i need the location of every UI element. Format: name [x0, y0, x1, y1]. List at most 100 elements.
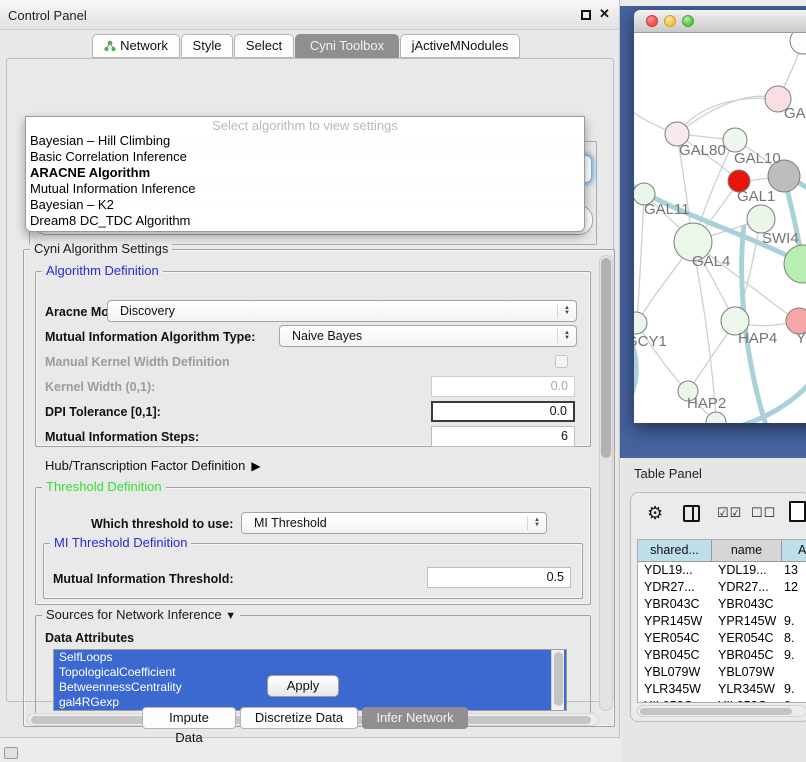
window-close-button[interactable]: [646, 15, 658, 27]
dpi-tolerance-input[interactable]: 0.0: [431, 401, 575, 422]
table-cell: YBR045C: [712, 647, 782, 664]
settings-group-title: Cyni Algorithm Settings: [30, 241, 172, 256]
network-node[interactable]: [634, 312, 647, 334]
table-row[interactable]: YDR27...YDR27...12: [638, 579, 806, 596]
network-edge[interactable]: [734, 381, 806, 423]
table-row[interactable]: YPR145WYPR145W9.: [638, 613, 806, 630]
tab-discretize-data[interactable]: Discretize Data: [240, 707, 358, 729]
tab-style[interactable]: Style: [181, 34, 233, 58]
which-threshold-value: MI Threshold: [254, 516, 327, 530]
control-panel-title: Control Panel: [8, 8, 87, 23]
tab-cyni-toolbox[interactable]: Cyni Toolbox: [295, 34, 399, 58]
deselect-all-checkboxes-icon[interactable]: ☐☐: [751, 505, 776, 521]
aracne-mode-combo[interactable]: Discovery ▲▼: [107, 300, 577, 322]
gear-icon[interactable]: ⚙: [647, 503, 663, 524]
table-cell: 9.: [782, 647, 806, 664]
table-row[interactable]: YLR345WYLR345W9.: [638, 681, 806, 698]
table-cell: 8.: [782, 630, 806, 647]
combo-stepper-icon: ▲▼: [557, 304, 570, 318]
table-cell: YBR043C: [712, 596, 782, 613]
column-header[interactable]: A: [782, 540, 806, 561]
data-attributes-label: Data Attributes: [45, 631, 134, 645]
cyni-toolbox-content: gal-filtered sif default node Cyni Algor…: [6, 58, 614, 702]
node-label: Y: [796, 330, 806, 347]
network-icon: [104, 40, 116, 52]
network-view-window: GALGAL80GAL10GAL1GAL11SWI4GAL4GCY1HAP4YH…: [634, 10, 806, 423]
columns-icon[interactable]: [683, 505, 700, 522]
mi-steps-input[interactable]: 6: [431, 426, 575, 447]
table-row[interactable]: YDL19...YDL19...13: [638, 562, 806, 579]
close-icon[interactable]: ✕: [599, 6, 610, 22]
hub-definition-toggle[interactable]: Hub/Transcription Factor Definition▶: [45, 458, 261, 473]
table-panel-title: Table Panel: [634, 466, 702, 481]
tab-network[interactable]: Network: [92, 34, 180, 58]
attribute-list-scrollbar[interactable]: [551, 650, 564, 710]
mi-type-combo[interactable]: Naive Bayes ▲▼: [279, 325, 577, 347]
node-table[interactable]: shared...nameAYDL19...YDL19...13YDR27...…: [637, 539, 806, 703]
tab-impute-data[interactable]: Impute Data: [142, 707, 236, 729]
attribute-item[interactable]: SelfLoops: [54, 650, 566, 665]
network-node[interactable]: [706, 412, 726, 423]
network-graph[interactable]: GALGAL80GAL10GAL1GAL11SWI4GAL4GCY1HAP4YH…: [634, 33, 806, 423]
algorithm-option[interactable]: Dream8 DC_TDC Algorithm: [26, 213, 584, 229]
table-cell: YLR345W: [638, 681, 712, 698]
table-toolbar: ⚙ ☑☑ ☐☐: [631, 501, 806, 531]
float-panel-icon[interactable]: [581, 10, 591, 20]
network-edge[interactable]: [680, 98, 780, 131]
algorithm-option[interactable]: ARACNE Algorithm: [26, 165, 584, 181]
network-node[interactable]: [790, 33, 806, 54]
collapse-right-icon: ▶: [251, 459, 260, 473]
combo-stepper-icon: ▲▼: [557, 329, 570, 343]
apply-button[interactable]: Apply: [267, 675, 339, 697]
table-row[interactable]: YER054CYER054C8.: [638, 630, 806, 647]
select-all-checkboxes-icon[interactable]: ☑☑: [717, 505, 742, 521]
algorithm-definition-title: Algorithm Definition: [42, 263, 163, 278]
table-horizontal-scrollbar[interactable]: [637, 705, 806, 717]
algorithm-option[interactable]: Mutual Information Inference: [26, 181, 584, 197]
table-row[interactable]: YBR045CYBR045C9.: [638, 647, 806, 664]
network-window-titlebar: [634, 10, 806, 33]
network-node[interactable]: [784, 245, 806, 283]
sources-group-title[interactable]: Sources for Network Inference ▼: [42, 607, 240, 622]
table-row[interactable]: YBL079WYBL079W: [638, 664, 806, 681]
manual-kernel-checkbox[interactable]: [555, 355, 568, 368]
algorithm-option[interactable]: Basic Correlation Inference: [26, 149, 584, 165]
tab-jactivemnodules[interactable]: jActiveMNodules: [400, 34, 520, 58]
network-node[interactable]: [723, 128, 747, 152]
network-desktop: GALGAL80GAL10GAL1GAL11SWI4GAL4GCY1HAP4YH…: [620, 6, 806, 458]
algorithm-option[interactable]: Bayesian – K2: [26, 197, 584, 213]
algorithm-option[interactable]: Bayesian – Hill Climbing: [26, 133, 584, 149]
table-cell: 9: [782, 698, 806, 703]
table-cell: YDL19...: [712, 562, 782, 579]
table-row[interactable]: YIL052CYIL052C9: [638, 698, 806, 703]
minimized-panel-icon[interactable]: [4, 747, 18, 759]
table-row[interactable]: YBR043CYBR043C: [638, 596, 806, 613]
threshold-definition-title: Threshold Definition: [42, 479, 166, 494]
tab-infer-network[interactable]: Infer Network: [362, 707, 468, 729]
table-cell: YDL19...: [638, 562, 712, 579]
mi-threshold-input[interactable]: 0.5: [427, 567, 571, 588]
column-header[interactable]: name: [712, 540, 782, 561]
table-cell: 9.: [782, 613, 806, 630]
node-label: GCY1: [634, 333, 667, 350]
window-minimize-button[interactable]: [664, 15, 676, 27]
tab-select[interactable]: Select: [234, 34, 294, 58]
network-edge[interactable]: [637, 196, 644, 321]
settings-vertical-scrollbar[interactable]: [599, 255, 613, 711]
table-cell: YBL079W: [638, 664, 712, 681]
export-table-icon[interactable]: [789, 501, 806, 522]
kernel-width-input[interactable]: 0.0: [431, 376, 575, 397]
table-cell: YDR27...: [638, 579, 712, 596]
table-cell: [782, 664, 806, 681]
table-cell: YER054C: [638, 630, 712, 647]
which-threshold-label: Which threshold to use:: [91, 517, 233, 531]
column-header[interactable]: shared...: [638, 540, 712, 561]
window-zoom-button[interactable]: [682, 15, 694, 27]
which-threshold-combo[interactable]: MI Threshold ▲▼: [241, 512, 547, 534]
control-panel-titlebar: Control Panel ✕: [0, 0, 619, 30]
table-panel: ⚙ ☑☑ ☐☐ shared...nameAYDL19...YDL19...13…: [630, 492, 806, 722]
table-cell: 9.: [782, 681, 806, 698]
mi-type-value: Naive Bayes: [292, 329, 362, 343]
table-cell: YIL052C: [712, 698, 782, 703]
network-node[interactable]: [747, 205, 775, 233]
